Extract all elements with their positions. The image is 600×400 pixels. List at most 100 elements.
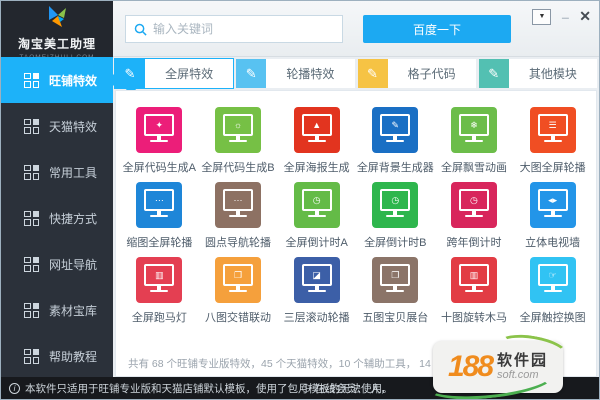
monitor-icon: ✎ xyxy=(380,114,410,136)
grid-icon xyxy=(24,211,39,226)
app-item-label: 跨年倒计时 xyxy=(435,234,514,250)
app-item[interactable]: ✦ 全屏代码生成A xyxy=(120,107,199,182)
app-icon: ◷ xyxy=(451,182,497,228)
main-area: ✎ 全屏特效 ✎ 轮播特效 ✎ 格子代码 ✎ 其他模块 xyxy=(113,57,599,377)
app-item-label: 全屏代码生成B xyxy=(199,159,278,175)
grid-icon xyxy=(24,73,39,88)
monitor-icon: ◂▸ xyxy=(538,189,568,211)
app-item[interactable]: ◷ 全屏倒计时A xyxy=(277,182,356,257)
app-item-label: 全屏触控换图 xyxy=(513,309,592,325)
monitor-icon: ▲ xyxy=(302,114,332,136)
app-title: 淘宝美工助理 xyxy=(1,35,113,52)
sidebar-item-label: 快捷方式 xyxy=(49,210,97,227)
app-item[interactable]: ▲ 全屏海报生成 xyxy=(277,107,356,182)
app-item-label: 全屏倒计时A xyxy=(277,234,356,250)
online-members-text: 在线会员： 人， xyxy=(315,381,391,396)
tab-label: 其他模块 xyxy=(509,59,597,88)
app-item-label: 圆点导航轮播 xyxy=(199,234,278,250)
app-icon: ◷ xyxy=(294,182,340,228)
monitor-icon: ☼ xyxy=(223,114,253,136)
minimize-button[interactable]: – xyxy=(561,12,569,22)
sidebar-item[interactable]: 帮助教程 xyxy=(1,333,113,379)
grid-icon xyxy=(24,303,39,318)
logo-mark-icon xyxy=(42,5,72,29)
sidebar-item[interactable]: 旺铺特效 xyxy=(1,57,113,103)
baidu-search-button[interactable]: 百度一下 xyxy=(363,15,511,43)
sidebar-item-label: 旺铺特效 xyxy=(49,72,97,89)
sidebar-item-label: 素材宝库 xyxy=(49,302,97,319)
site-watermark: 188 软件园 soft.com xyxy=(433,341,563,393)
edit-icon: ✎ xyxy=(358,59,388,88)
tab-label: 轮播特效 xyxy=(266,59,354,88)
sidebar-nav: 旺铺特效 天猫特效 常用工具 快捷方式 网址导航 xyxy=(1,57,113,377)
tab-label: 全屏特效 xyxy=(145,59,233,88)
edit-icon: ✎ xyxy=(115,59,145,88)
app-item[interactable]: ◂▸ 立体电视墙 xyxy=(513,182,592,257)
app-item[interactable]: ◷ 全屏倒计时B xyxy=(356,182,435,257)
app-item-label: 大图全屏轮播 xyxy=(513,159,592,175)
app-icon: ◪ xyxy=(294,257,340,303)
app-icon: ⋯ xyxy=(136,182,182,228)
info-icon: i xyxy=(9,383,20,394)
app-icon: ◂▸ xyxy=(530,182,576,228)
app-item-label: 全屏飘雪动画 xyxy=(435,159,514,175)
app-item[interactable]: ❄ 全屏飘雪动画 xyxy=(435,107,514,182)
app-item-label: 五图宝贝展台 xyxy=(356,309,435,325)
sidebar-item-label: 常用工具 xyxy=(49,164,97,181)
app-item[interactable]: ❐ 八图交错联动 xyxy=(199,257,278,332)
monitor-icon: ⋯ xyxy=(223,189,253,211)
app-item-label: 全屏代码生成A xyxy=(120,159,199,175)
monitor-icon: ❄ xyxy=(459,114,489,136)
edit-icon: ✎ xyxy=(479,59,509,88)
monitor-icon: ✦ xyxy=(144,114,174,136)
app-icon: ⋯ xyxy=(215,182,261,228)
app-icon: ❄ xyxy=(451,107,497,153)
close-button[interactable]: ✕ xyxy=(579,8,591,25)
app-item[interactable]: ☞ 全屏触控换图 xyxy=(513,257,592,332)
app-item-label: 全屏跑马灯 xyxy=(120,309,199,325)
app-icon: ❐ xyxy=(372,257,418,303)
app-item[interactable]: ◪ 三层滚动轮播 xyxy=(277,257,356,332)
app-item[interactable]: ⋯ 缩图全屏轮播 xyxy=(120,182,199,257)
tab[interactable]: ✎ 其他模块 xyxy=(479,59,597,88)
app-icon: ☞ xyxy=(530,257,576,303)
search-icon xyxy=(134,23,147,36)
search-box xyxy=(125,15,343,43)
app-grid: ✦ 全屏代码生成A ☼ 全屏代码生成B xyxy=(116,91,596,332)
tab[interactable]: ✎ 轮播特效 xyxy=(236,59,354,88)
monitor-icon: ◪ xyxy=(302,264,332,286)
app-item[interactable]: ☼ 全屏代码生成B xyxy=(199,107,278,182)
tab-label: 格子代码 xyxy=(388,59,476,88)
tab[interactable]: ✎ 全屏特效 xyxy=(115,59,233,88)
app-item[interactable]: ▥ 十图旋转木马 xyxy=(435,257,514,332)
sidebar-item[interactable]: 快捷方式 xyxy=(1,195,113,241)
sidebar-item[interactable]: 网址导航 xyxy=(1,241,113,287)
app-item-label: 立体电视墙 xyxy=(513,234,592,250)
sidebar-item[interactable]: 常用工具 xyxy=(1,149,113,195)
tab[interactable]: ✎ 格子代码 xyxy=(358,59,476,88)
app-item[interactable]: ❐ 五图宝贝展台 xyxy=(356,257,435,332)
monitor-icon: ⋯ xyxy=(144,189,174,211)
monitor-icon: ▥ xyxy=(459,264,489,286)
sidebar-item-label: 网址导航 xyxy=(49,256,97,273)
app-item-label: 全屏背景生成器 xyxy=(356,159,435,175)
monitor-icon: ◷ xyxy=(302,189,332,211)
grid-icon xyxy=(24,257,39,272)
sidebar-item[interactable]: 天猫特效 xyxy=(1,103,113,149)
app-item[interactable]: ☰ 大图全屏轮播 xyxy=(513,107,592,182)
monitor-icon: ☰ xyxy=(538,114,568,136)
app-item-label: 三层滚动轮播 xyxy=(277,309,356,325)
app-item-label: 缩图全屏轮播 xyxy=(120,234,199,250)
sidebar-item[interactable]: 素材宝库 xyxy=(1,287,113,333)
grid-icon xyxy=(24,165,39,180)
search-input[interactable] xyxy=(153,22,334,36)
app-item[interactable]: ⋯ 圆点导航轮播 xyxy=(199,182,278,257)
app-item[interactable]: ◷ 跨年倒计时 xyxy=(435,182,514,257)
app-icon: ☼ xyxy=(215,107,261,153)
app-item[interactable]: ✎ 全屏背景生成器 xyxy=(356,107,435,182)
app-item[interactable]: ▥ 全屏跑马灯 xyxy=(120,257,199,332)
app-icon: ▥ xyxy=(136,257,182,303)
online-members-status: ◷ 在线会员： 人， xyxy=(301,381,391,396)
monitor-icon: ❐ xyxy=(223,264,253,286)
skin-menu-button[interactable]: ▼ xyxy=(532,9,551,25)
